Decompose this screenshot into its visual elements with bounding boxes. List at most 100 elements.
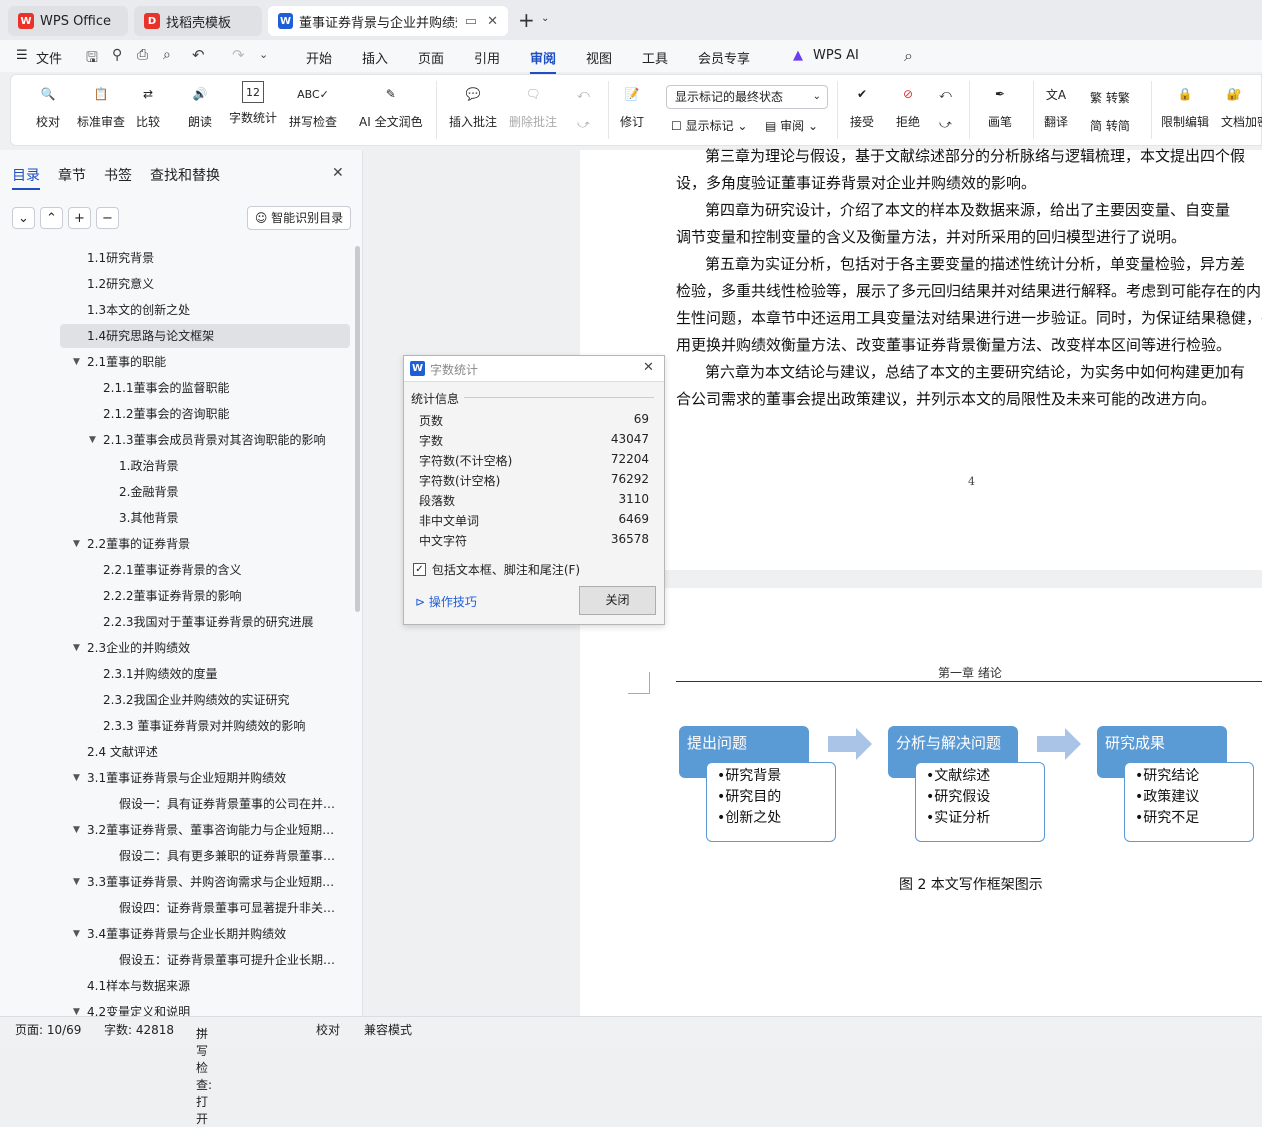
proof-button[interactable]: 🔍 校对 — [35, 81, 61, 130]
toc-item[interactable]: 2.2.3我国对于董事证券背景的研究进展 — [103, 610, 340, 634]
toc-item[interactable]: 假设二：具有更多兼职的证券背景董事… — [119, 844, 340, 868]
tab-chapters[interactable]: 章节 — [58, 165, 86, 190]
standard-review-button[interactable]: 📋 标准审查 — [77, 81, 125, 130]
toc-item[interactable]: 3.1董事证券背景与企业短期并购绩效 — [87, 766, 340, 790]
ai-polish-button[interactable]: ✎ AI 全文润色 — [359, 81, 423, 130]
undo-icon[interactable]: ↶ — [192, 46, 205, 64]
expand-caret-icon[interactable]: ▼ — [73, 773, 80, 783]
close-button[interactable]: 关闭 — [579, 586, 656, 615]
remove-heading-button[interactable]: − — [96, 207, 119, 229]
expand-caret-icon[interactable]: ▼ — [73, 825, 80, 835]
toc-item[interactable]: 1.1研究背景 — [87, 246, 340, 270]
status-spell[interactable]: 拼写检查: 打开 ⌄ — [196, 1021, 212, 1126]
status-page[interactable]: 页面: 10/69 — [15, 1021, 81, 1038]
pen-button[interactable]: ✒ 画笔 — [987, 81, 1013, 130]
close-icon[interactable]: ✕ — [643, 360, 654, 375]
status-words[interactable]: 字数: 42818 — [104, 1021, 174, 1038]
reject-button[interactable]: ⊘ 拒绝 — [895, 81, 921, 130]
tab-document[interactable]: W 董事证券背景与企业并购绩效 ▭ ✕ — [268, 6, 508, 36]
expand-caret-icon[interactable]: ▼ — [89, 435, 96, 445]
toc-item[interactable]: 3.4董事证券背景与企业长期并购绩效 — [87, 922, 340, 946]
chevron-down-icon[interactable]: ⌄ — [541, 13, 549, 24]
toc-item[interactable]: 假设五：证券背景董事可提升企业长期… — [119, 948, 340, 972]
restrict-edit-button[interactable]: 🔒 限制编辑 — [1161, 81, 1209, 130]
toc-item[interactable]: 2.2.1董事证券背景的含义 — [103, 558, 340, 582]
toc-item[interactable]: 2.2.2董事证券背景的影响 — [103, 584, 340, 608]
toc-item[interactable]: 2.金融背景 — [119, 480, 340, 504]
share-icon[interactable]: ⚲ — [112, 47, 122, 63]
expand-caret-icon[interactable]: ▼ — [73, 357, 80, 367]
toc-item[interactable]: 2.1.2董事会的咨询职能 — [103, 402, 340, 426]
to-simplified-button[interactable]: 简 转简 — [1090, 117, 1130, 134]
toc-item[interactable]: 4.1样本与数据来源 — [87, 974, 340, 998]
accept-button[interactable]: ✔ 接受 — [849, 81, 875, 130]
include-textbox-checkbox[interactable]: ✓ 包括文本框、脚注和尾注(F) — [413, 561, 580, 578]
tips-link[interactable]: ⊳ 操作技巧 — [415, 593, 477, 610]
print-icon[interactable]: ⎙ — [137, 47, 148, 63]
menu-file[interactable]: 文件 — [36, 48, 62, 67]
prev-comment-icon[interactable]: ⤺ — [577, 87, 590, 102]
doc-encrypt-button[interactable]: 🔐 文档加密 — [1221, 81, 1262, 130]
close-pane-icon[interactable]: ✕ — [332, 165, 344, 181]
menu-tools[interactable]: 工具 — [642, 48, 668, 67]
to-traditional-button[interactable]: 繁 转繁 — [1090, 89, 1130, 106]
tab-toc[interactable]: 目录 — [12, 165, 40, 190]
menu-member[interactable]: 会员专享 — [698, 48, 750, 67]
toc-item[interactable]: 2.1.1董事会的监督职能 — [103, 376, 340, 400]
save-icon[interactable]: 🖫 — [86, 47, 98, 71]
toc-item[interactable]: 3.3董事证券背景、并购咨询需求与企业短期… — [87, 870, 340, 894]
toc-item[interactable]: 2.3.1并购绩效的度量 — [103, 662, 340, 686]
next-change-icon[interactable]: ⤻ — [939, 117, 952, 132]
redo-icon[interactable]: ↷ — [232, 46, 245, 64]
toc-item[interactable]: 1.2研究意义 — [87, 272, 340, 296]
delete-comment-button[interactable]: 🗨 删除批注 — [509, 81, 557, 130]
screen-icon[interactable]: ▭ — [465, 14, 477, 29]
review-pane-button[interactable]: ▤ 审阅 ⌄ — [765, 117, 818, 134]
spell-check-button[interactable]: ABC✓ 拼写检查 — [289, 81, 337, 130]
status-proof[interactable]: 校对 — [316, 1021, 340, 1038]
menu-view[interactable]: 视图 — [586, 48, 612, 67]
toc-item[interactable]: 1.3本文的创新之处 — [87, 298, 340, 322]
toc-item[interactable]: 2.2董事的证券背景 — [87, 532, 340, 556]
expand-caret-icon[interactable]: ▼ — [73, 929, 80, 939]
markup-mode-select[interactable]: 显示标记的最终状态 ⌄ — [666, 85, 828, 109]
menu-wps-ai[interactable]: WPS AI — [813, 48, 859, 63]
expand-caret-icon[interactable]: ▼ — [73, 877, 80, 887]
read-aloud-button[interactable]: 🔊 朗读 — [187, 81, 213, 130]
tab-bookmarks[interactable]: 书签 — [104, 165, 132, 190]
menu-review[interactable]: 审阅 — [530, 48, 557, 74]
toc-item[interactable]: 3.其他背景 — [119, 506, 340, 530]
smart-toc-button[interactable]: ☺ 智能识别目录 — [247, 206, 351, 230]
toc-item[interactable]: 2.3.3 董事证券背景对并购绩效的影响 — [103, 714, 340, 738]
expand-caret-icon[interactable]: ▼ — [73, 643, 80, 653]
toc-item[interactable]: 假设四：证券背景董事可显著提升非关联… — [119, 896, 340, 920]
new-tab-icon[interactable]: + — [518, 8, 535, 32]
menu-insert[interactable]: 插入 — [362, 48, 388, 67]
toc-item[interactable]: 3.2董事证券背景、董事咨询能力与企业短期… — [87, 818, 340, 842]
toc-item[interactable]: 2.4 文献评述 — [87, 740, 340, 764]
toc-item[interactable]: 2.1.3董事会成员背景对其咨询职能的影响 — [103, 428, 340, 452]
menu-start[interactable]: 开始 — [306, 48, 332, 67]
toc-item[interactable]: 2.3企业的并购绩效 — [87, 636, 340, 660]
menu-reference[interactable]: 引用 — [474, 48, 500, 67]
track-changes-button[interactable]: 📝 修订 — [619, 81, 645, 130]
tab-template[interactable]: D 找稻壳模板 — [134, 6, 262, 36]
tab-find-replace[interactable]: 查找和替换 — [150, 165, 220, 190]
print-preview-icon[interactable]: ⌕ — [163, 47, 171, 63]
toc-item[interactable]: 2.1董事的职能 — [87, 350, 340, 374]
search-icon[interactable]: ⌕ — [904, 46, 913, 66]
expand-caret-icon[interactable]: ▼ — [73, 539, 80, 549]
collapse-down-button[interactable]: ⌄ — [12, 207, 35, 229]
menu-page[interactable]: 页面 — [418, 48, 444, 67]
hamburger-icon[interactable]: ☰ — [16, 48, 28, 63]
insert-comment-button[interactable]: 💬 插入批注 — [449, 81, 497, 130]
toc-item[interactable]: 1.政治背景 — [119, 454, 340, 478]
toc-item[interactable]: 1.4研究思路与论文框架 — [60, 324, 350, 348]
toc-item[interactable]: 2.3.2我国企业并购绩效的实证研究 — [103, 688, 340, 712]
toc-item[interactable]: 假设一：具有证券背景董事的公司在并购中… — [119, 792, 340, 816]
toc-scrollbar[interactable] — [355, 246, 360, 612]
tab-wps-office[interactable]: W WPS Office — [8, 6, 128, 36]
prev-change-icon[interactable]: ⤺ — [939, 87, 952, 102]
compare-button[interactable]: ⇄ 比较 — [135, 81, 161, 130]
show-markup-button[interactable]: ☐ 显示标记 ⌄ — [671, 117, 747, 134]
